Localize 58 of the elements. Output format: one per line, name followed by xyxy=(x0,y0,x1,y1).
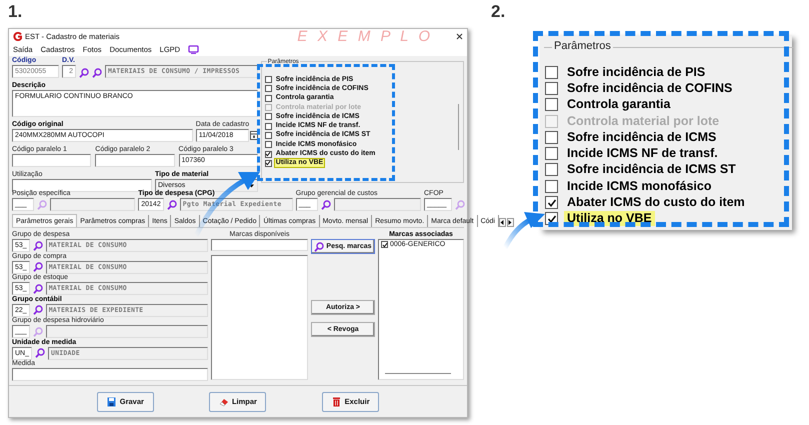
checkbox[interactable] xyxy=(545,66,558,79)
checkbox[interactable] xyxy=(545,98,558,112)
monitor-icon[interactable] xyxy=(188,45,200,54)
input-field[interactable] xyxy=(95,154,175,167)
scroll-right-button[interactable] xyxy=(506,218,514,227)
checkbox[interactable] xyxy=(545,82,558,95)
checkbox-label: Controla garantia xyxy=(566,97,672,112)
search-icon[interactable] xyxy=(32,262,43,272)
checkbox-label: Sofre incidência de ICMS xyxy=(566,130,718,145)
close-icon[interactable] xyxy=(456,32,463,40)
search-icon[interactable] xyxy=(32,305,43,315)
search-icon[interactable] xyxy=(79,68,89,78)
checkbox-label: Incide ICMS NF de transf. xyxy=(566,146,719,162)
scrollbar[interactable] xyxy=(458,104,459,150)
checkbox[interactable] xyxy=(264,94,272,102)
watermark-text: E X E M P L O xyxy=(297,28,433,44)
search-icon[interactable] xyxy=(166,200,177,210)
checkbox[interactable] xyxy=(264,76,272,84)
checkbox[interactable] xyxy=(264,160,272,167)
checkbox[interactable] xyxy=(264,122,272,130)
checkbox-label: Sofre incidência de PIS xyxy=(566,64,706,80)
trash-icon xyxy=(332,396,342,406)
panel-legend: Parâmetros xyxy=(552,40,613,52)
checkbox[interactable] xyxy=(264,150,272,158)
input-field[interactable] xyxy=(211,239,308,251)
checkbox[interactable] xyxy=(381,241,388,248)
checkbox[interactable] xyxy=(545,147,558,160)
eraser-icon xyxy=(218,396,229,406)
checkbox[interactable] xyxy=(264,113,272,120)
checkbox-label: Controla material por lote xyxy=(566,114,720,129)
scrollbar[interactable] xyxy=(385,373,451,374)
checkbox[interactable] xyxy=(545,163,558,176)
checkbox[interactable] xyxy=(545,130,558,144)
input-field[interactable] xyxy=(50,198,136,211)
checkbox-label: Abater ICMS do custo do item xyxy=(566,195,746,210)
logo-icon xyxy=(13,32,22,40)
checkbox[interactable] xyxy=(545,196,558,210)
step-number: 2. xyxy=(491,1,506,23)
input-field[interactable] xyxy=(12,154,92,167)
checkbox[interactable] xyxy=(264,132,272,139)
calendar-icon[interactable] xyxy=(250,131,258,140)
checkbox[interactable] xyxy=(264,85,272,92)
checkbox[interactable] xyxy=(264,141,272,148)
search-icon[interactable] xyxy=(32,284,43,294)
checkbox-label: Sofre incidência de ICMS ST xyxy=(566,162,737,178)
checkbox[interactable] xyxy=(545,180,558,193)
callout-arrow xyxy=(502,212,545,250)
input-field[interactable] xyxy=(12,368,208,380)
step-number: 1. xyxy=(8,1,24,23)
search-icon[interactable] xyxy=(314,242,324,252)
checkbox-label: Incide ICMS monofásico xyxy=(566,178,712,194)
search-icon[interactable] xyxy=(92,68,102,78)
input-field[interactable] xyxy=(334,198,421,211)
input-field[interactable] xyxy=(46,325,208,338)
checkbox-label: Sofre incidência de COFINS xyxy=(566,80,734,96)
search-icon[interactable] xyxy=(320,200,331,210)
search-icon[interactable] xyxy=(32,240,43,250)
search-icon[interactable] xyxy=(35,348,46,358)
